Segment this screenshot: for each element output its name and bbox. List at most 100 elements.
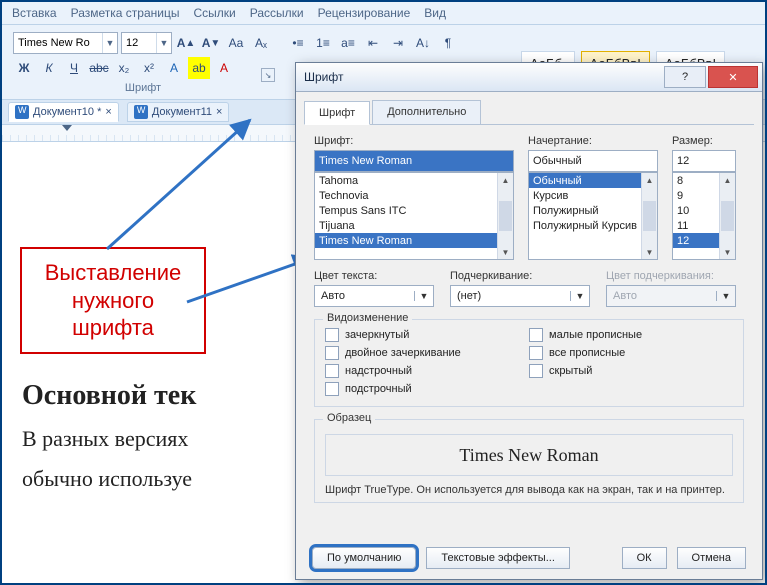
scrollbar[interactable]: ▲▼: [641, 173, 657, 259]
font-name-textbox[interactable]: Times New Roman: [314, 150, 514, 172]
document-tab[interactable]: Документ11 ×: [127, 102, 230, 122]
document-body: Основной тек В разных версиях обычно исп…: [22, 380, 196, 492]
list-item[interactable]: Times New Roman: [315, 233, 513, 248]
show-marks-button[interactable]: ¶: [437, 32, 459, 54]
bullets-button[interactable]: •≡: [287, 32, 309, 54]
font-name-input[interactable]: [14, 37, 102, 49]
numbering-button[interactable]: 1≡: [312, 32, 334, 54]
ok-button[interactable]: ОК: [622, 547, 667, 569]
dialog-tabs: Шрифт Дополнительно: [304, 100, 754, 125]
font-size-input[interactable]: [122, 37, 156, 49]
checkbox-icon: [325, 328, 339, 342]
grow-font-button[interactable]: A▲: [175, 32, 197, 54]
chevron-down-icon: ▼: [716, 291, 735, 301]
ribbon-tabs: Вставка Разметка страницы Ссылки Рассылк…: [2, 2, 765, 25]
font-color-button[interactable]: A: [213, 57, 235, 79]
scrollbar[interactable]: ▲▼: [497, 173, 513, 259]
scroll-thumb[interactable]: [643, 201, 656, 231]
highlight-button[interactable]: ab: [188, 57, 210, 79]
label-text-color: Цвет текста:: [314, 270, 434, 282]
close-button[interactable]: ✕: [708, 66, 758, 88]
checkbox-icon: [529, 346, 543, 360]
effects-legend: Видоизменение: [323, 312, 412, 324]
default-button[interactable]: По умолчанию: [312, 547, 416, 569]
text-effects-button[interactable]: A: [163, 57, 185, 79]
list-item[interactable]: Tahoma: [315, 173, 513, 188]
body-text: В разных версиях: [22, 426, 196, 452]
font-size-combo[interactable]: ▼: [121, 32, 172, 54]
text-effects-button[interactable]: Текстовые эффекты...: [426, 547, 570, 569]
font-name-listbox[interactable]: Tahoma Technovia Tempus Sans ITC Tijuana…: [314, 172, 514, 260]
decrease-indent-button[interactable]: ⇤: [362, 32, 384, 54]
ribbon-tab[interactable]: Ссылки: [193, 6, 235, 20]
font-size-textbox[interactable]: 12: [672, 150, 736, 172]
list-item[interactable]: Курсив: [529, 188, 657, 203]
increase-indent-button[interactable]: ⇥: [387, 32, 409, 54]
list-item[interactable]: Tijuana: [315, 218, 513, 233]
ribbon-tab[interactable]: Рассылки: [250, 6, 304, 20]
scroll-up-icon[interactable]: ▲: [643, 173, 656, 187]
text-color-dropdown[interactable]: Авто▼: [314, 285, 434, 307]
scroll-up-icon[interactable]: ▲: [499, 173, 512, 187]
scroll-down-icon[interactable]: ▼: [721, 245, 734, 259]
font-style-listbox[interactable]: Обычный Курсив Полужирный Полужирный Кур…: [528, 172, 658, 260]
tab-advanced[interactable]: Дополнительно: [372, 100, 481, 124]
strikethrough-button[interactable]: abc: [88, 57, 110, 79]
clear-formatting-button[interactable]: Aₓ: [250, 32, 272, 54]
close-icon[interactable]: ×: [105, 106, 111, 118]
checkbox-double-strikethrough[interactable]: двойное зачеркивание: [325, 346, 529, 360]
scrollbar[interactable]: ▲▼: [719, 173, 735, 259]
shrink-font-button[interactable]: A▼: [200, 32, 222, 54]
checkbox-strikethrough[interactable]: зачеркнутый: [325, 328, 529, 342]
ribbon-tab[interactable]: Разметка страницы: [71, 6, 180, 20]
list-item[interactable]: Technovia: [315, 188, 513, 203]
list-item[interactable]: Полужирный Курсив: [529, 218, 657, 233]
chevron-down-icon[interactable]: ▼: [156, 33, 171, 53]
label-underline-color: Цвет подчеркивания:: [606, 270, 736, 282]
font-dialog-launcher-icon[interactable]: ↘: [261, 68, 275, 82]
cancel-button[interactable]: Отмена: [677, 547, 746, 569]
scroll-up-icon[interactable]: ▲: [721, 173, 734, 187]
bold-button[interactable]: Ж: [13, 57, 35, 79]
help-button[interactable]: ?: [664, 66, 706, 88]
underline-button[interactable]: Ч: [63, 57, 85, 79]
multilevel-list-button[interactable]: a≡: [337, 32, 359, 54]
checkbox-subscript[interactable]: подстрочный: [325, 382, 529, 396]
ribbon-tab[interactable]: Вид: [424, 6, 446, 20]
ribbon-group-label: Шрифт: [13, 82, 273, 94]
indent-marker-icon[interactable]: [62, 125, 72, 139]
chevron-down-icon[interactable]: ▼: [102, 33, 117, 53]
font-name-combo[interactable]: ▼: [13, 32, 118, 54]
dialog-title: Шрифт: [300, 70, 662, 84]
underline-dropdown[interactable]: (нет)▼: [450, 285, 590, 307]
chevron-down-icon[interactable]: ▼: [570, 291, 589, 301]
chevron-down-icon[interactable]: ▼: [414, 291, 433, 301]
annotation-callout: Выставление нужного шрифта: [20, 247, 206, 354]
italic-button[interactable]: К: [38, 57, 60, 79]
dialog-titlebar[interactable]: Шрифт ? ✕: [296, 63, 762, 92]
checkbox-superscript[interactable]: надстрочный: [325, 364, 529, 378]
document-tab[interactable]: Документ10 * ×: [8, 102, 119, 122]
sample-group: Образец Times New Roman Шрифт TrueType. …: [314, 419, 744, 503]
font-size-listbox[interactable]: 8 9 10 11 12 ▲▼: [672, 172, 736, 260]
font-style-textbox[interactable]: Обычный: [528, 150, 658, 172]
checkbox-small-caps[interactable]: малые прописные: [529, 328, 733, 342]
list-item[interactable]: Tempus Sans ITC: [315, 203, 513, 218]
list-item[interactable]: Полужирный: [529, 203, 657, 218]
checkbox-all-caps[interactable]: все прописные: [529, 346, 733, 360]
scroll-down-icon[interactable]: ▼: [499, 245, 512, 259]
close-icon[interactable]: ×: [216, 106, 222, 118]
list-item[interactable]: Обычный: [529, 173, 657, 188]
sort-button[interactable]: A↓: [412, 32, 434, 54]
scroll-thumb[interactable]: [721, 201, 734, 231]
tab-font[interactable]: Шрифт: [304, 101, 370, 125]
ribbon-tab[interactable]: Вставка: [12, 6, 57, 20]
scroll-thumb[interactable]: [499, 201, 512, 231]
superscript-button[interactable]: x²: [138, 57, 160, 79]
ribbon-tab[interactable]: Рецензирование: [318, 6, 411, 20]
scroll-down-icon[interactable]: ▼: [643, 245, 656, 259]
checkbox-hidden[interactable]: скрытый: [529, 364, 733, 378]
checkbox-icon: [325, 364, 339, 378]
change-case-button[interactable]: Aa: [225, 32, 247, 54]
subscript-button[interactable]: x₂: [113, 57, 135, 79]
